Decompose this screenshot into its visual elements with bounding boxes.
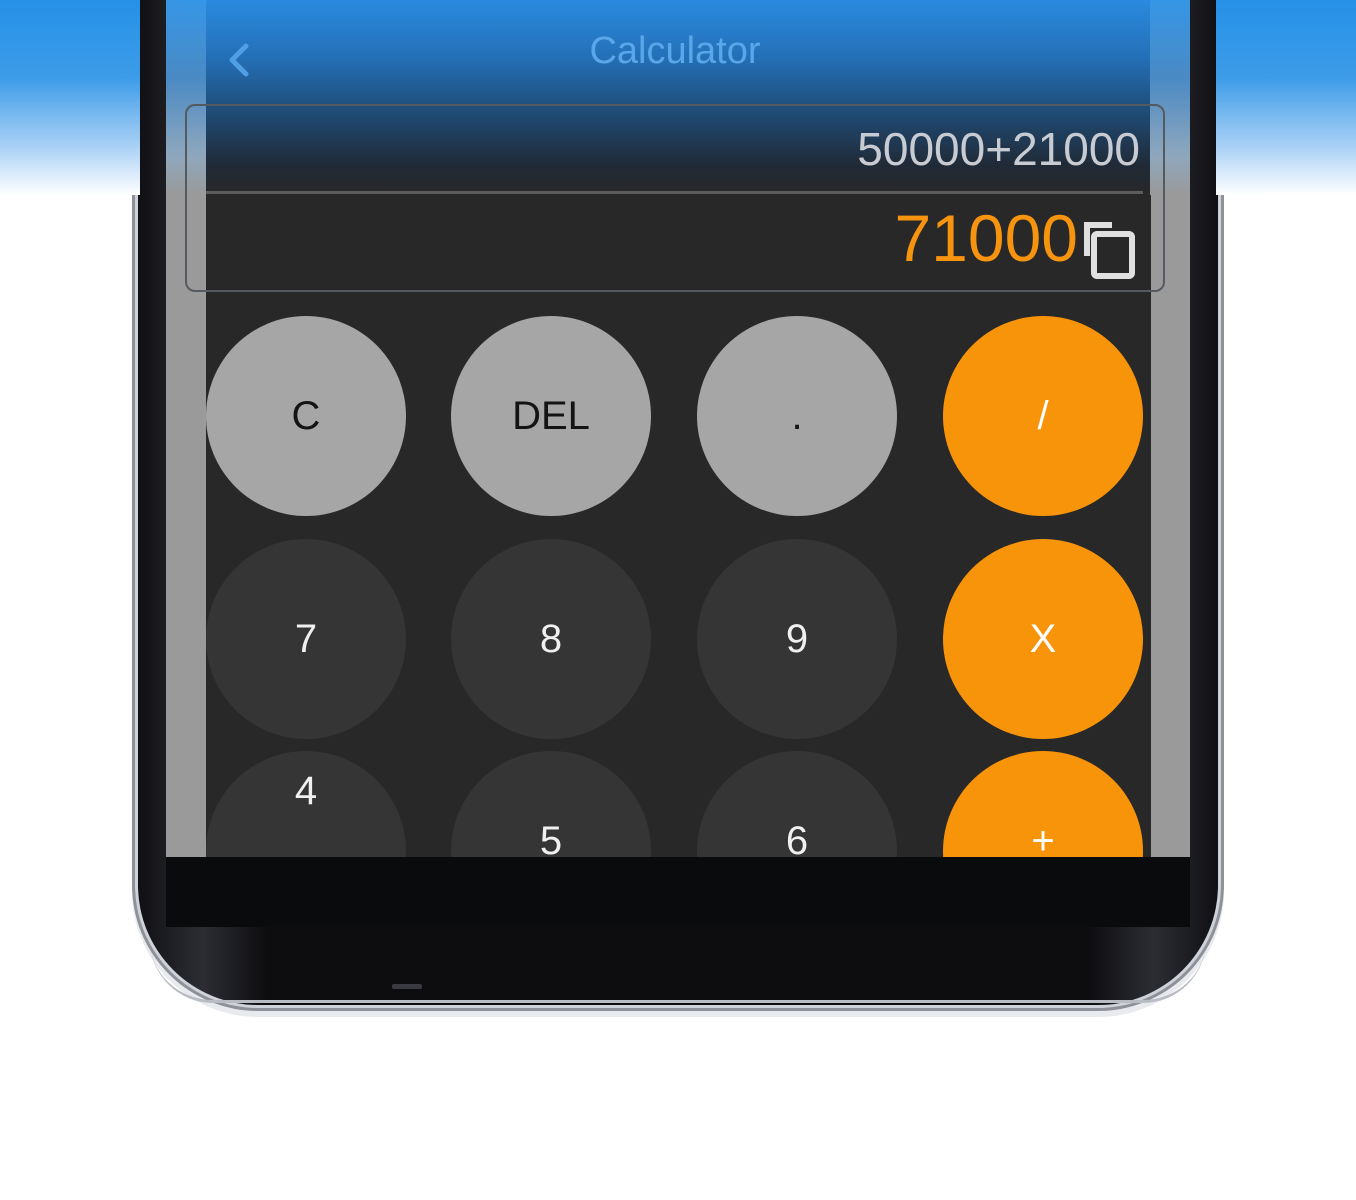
digit-6-button[interactable]: 6 bbox=[697, 751, 897, 857]
screen-bottom-bar bbox=[166, 857, 1190, 927]
phone-button-notch bbox=[392, 984, 422, 989]
digit-4-button[interactable]: 4 bbox=[206, 751, 406, 857]
add-button[interactable]: + bbox=[943, 751, 1143, 857]
digit-5-button[interactable]: 5 bbox=[451, 751, 651, 857]
keypad-clip: 4 5 6 + bbox=[0, 0, 1356, 857]
